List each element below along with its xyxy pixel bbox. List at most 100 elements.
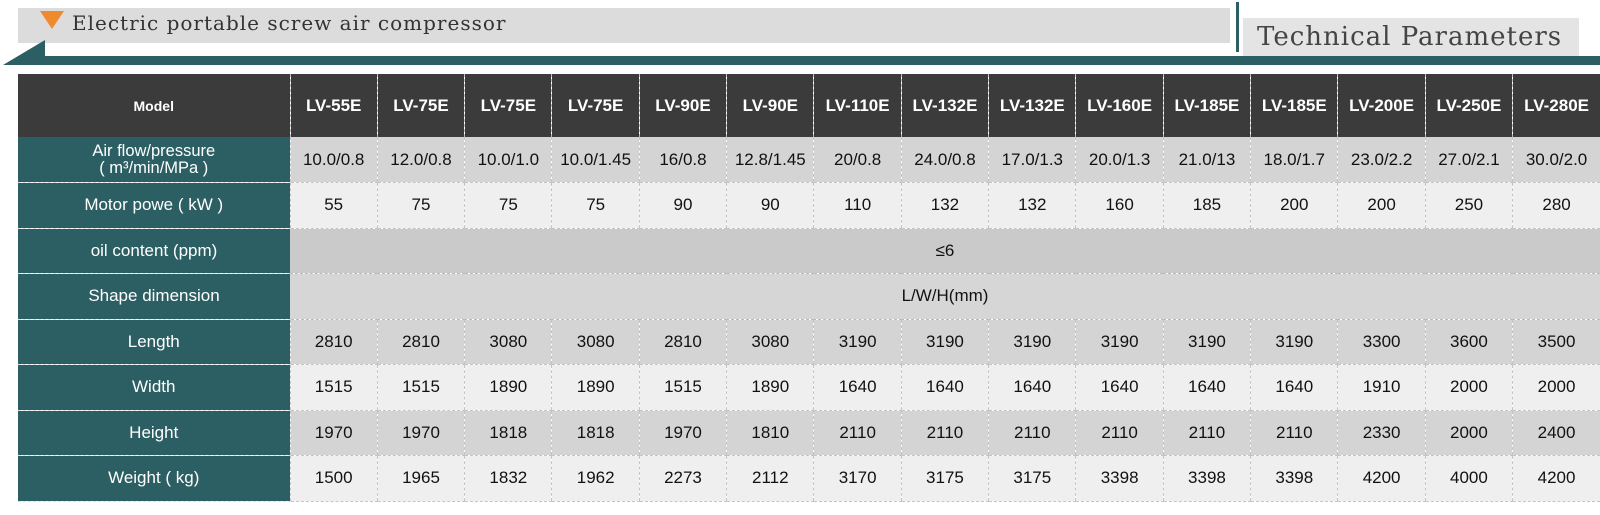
width-cell: 1910 [1337, 364, 1426, 411]
table-header-row: Model LV-55E LV-75E LV-75E LV-75E LV-90E LV-9… [18, 74, 1600, 137]
height-cell: 1818 [551, 410, 640, 456]
shape-row: Shape dimension L/W/H(mm) [18, 273, 1600, 320]
height-cell: 2110 [1162, 410, 1251, 456]
width-cell: 1640 [1162, 364, 1251, 411]
length-cell: 3300 [1337, 319, 1426, 365]
model-header-cell: LV-185E [1162, 74, 1251, 137]
width-cell: 1640 [900, 364, 989, 411]
width-cell: 2000 [1424, 364, 1513, 411]
section-title: Technical Parameters [1257, 22, 1563, 52]
airflow-cell: 16/0.8 [638, 137, 727, 183]
motor-power-cell: 250 [1424, 182, 1513, 229]
motor-power-cell: 185 [1162, 182, 1251, 229]
width-cell: 2000 [1512, 364, 1600, 411]
weight-cell: 3398 [1250, 455, 1338, 502]
model-header-cell: LV-132E [988, 74, 1076, 137]
height-cell: 2110 [988, 410, 1076, 456]
width-cell: 1640 [988, 364, 1076, 411]
oil-value-cell: ≤6 [290, 228, 1600, 274]
airflow-cell: 27.0/2.1 [1424, 137, 1513, 183]
banner-rule [44, 56, 1600, 65]
weight-cell: 3170 [813, 455, 902, 502]
weight-row-label: Weight ( kg) [18, 455, 290, 502]
weight-row: Weight ( kg) 1500 1965 1832 1962 2273 2112 317… [18, 455, 1600, 502]
width-row-label: Width [18, 364, 290, 411]
height-cell: 1970 [376, 410, 465, 456]
motor-power-cell: 132 [900, 182, 989, 229]
width-cell: 1515 [376, 364, 465, 411]
banner-corner-accent [3, 40, 45, 65]
model-header-cell: LV-55E [289, 74, 378, 137]
length-cell: 2810 [376, 319, 465, 365]
height-cell: 2110 [900, 410, 989, 456]
model-header-cell: LV-185E [1250, 74, 1338, 137]
height-cell: 2110 [1075, 410, 1164, 456]
length-cell: 3500 [1512, 319, 1600, 365]
length-cell: 3080 [726, 319, 814, 365]
airflow-cell: 12.8/1.45 [726, 137, 814, 183]
spec-table: Model LV-55E LV-75E LV-75E LV-75E LV-90E LV-9… [18, 74, 1600, 502]
oil-row: oil content (ppm) ≤6 [18, 228, 1600, 274]
weight-cell: 3175 [988, 455, 1076, 502]
motor-power-cell: 75 [551, 182, 640, 229]
model-header-cell: LV-90E [726, 74, 814, 137]
height-cell: 2000 [1424, 410, 1513, 456]
length-cell: 3190 [1250, 319, 1338, 365]
airflow-cell: 23.0/2.2 [1337, 137, 1426, 183]
model-header-cell: LV-110E [813, 74, 902, 137]
weight-cell: 3175 [900, 455, 989, 502]
airflow-label-line2: ( m³/min/MPa ) [99, 158, 209, 177]
model-header-cell: LV-75E [551, 74, 640, 137]
airflow-cell: 20/0.8 [813, 137, 902, 183]
length-cell: 3600 [1424, 319, 1513, 365]
airflow-cell: 10.0/1.0 [464, 137, 552, 183]
width-cell: 1515 [638, 364, 727, 411]
weight-cell: 2112 [726, 455, 814, 502]
width-row: Width 1515 1515 1890 1890 1515 1890 1640 1640 16… [18, 364, 1600, 411]
airflow-cell: 18.0/1.7 [1250, 137, 1338, 183]
motor-row-label: Motor powe ( kW ) [18, 182, 290, 229]
shape-value-cell: L/W/H(mm) [290, 273, 1600, 320]
width-cell: 1640 [1075, 364, 1164, 411]
weight-cell: 4200 [1337, 455, 1426, 502]
length-cell: 3080 [551, 319, 640, 365]
airflow-cell: 20.0/1.3 [1075, 137, 1164, 183]
weight-cell: 1962 [551, 455, 640, 502]
height-cell: 1818 [464, 410, 552, 456]
length-cell: 3190 [813, 319, 902, 365]
weight-cell: 1500 [289, 455, 378, 502]
airflow-row: Air flow/pressure ( m³/min/MPa ) 10.0/0.… [18, 137, 1600, 183]
weight-cell: 3398 [1162, 455, 1251, 502]
model-header-cell: LV-75E [376, 74, 465, 137]
motor-power-cell: 280 [1512, 182, 1600, 229]
weight-cell: 1965 [376, 455, 465, 502]
height-cell: 2330 [1337, 410, 1426, 456]
weight-cell: 4200 [1512, 455, 1600, 502]
length-row: Length 2810 2810 3080 3080 2810 3080 3190 3190 3… [18, 319, 1600, 365]
length-cell: 2810 [638, 319, 727, 365]
shape-row-label: Shape dimension [18, 273, 290, 320]
height-cell: 2400 [1512, 410, 1600, 456]
width-cell: 1515 [289, 364, 378, 411]
width-cell: 1640 [1250, 364, 1338, 411]
height-row-label: Height [18, 410, 290, 456]
page-title: Electric portable screw air compressor [72, 11, 507, 35]
model-header-cell: LV-250E [1424, 74, 1513, 137]
motor-power-cell: 90 [638, 182, 727, 229]
weight-cell: 3398 [1075, 455, 1164, 502]
height-cell: 1970 [289, 410, 378, 456]
airflow-cell: 10.0/1.45 [551, 137, 640, 183]
motor-power-cell: 200 [1337, 182, 1426, 229]
weight-cell: 1832 [464, 455, 552, 502]
airflow-cell: 12.0/0.8 [376, 137, 465, 183]
motor-power-cell: 75 [376, 182, 465, 229]
length-cell: 3190 [1075, 319, 1164, 365]
model-header-cell: LV-200E [1337, 74, 1426, 137]
height-row: Height 1970 1970 1818 1818 1970 1810 2110 2110 2… [18, 410, 1600, 456]
height-cell: 2110 [813, 410, 902, 456]
height-cell: 2110 [1250, 410, 1338, 456]
model-header-cell: LV-132E [900, 74, 989, 137]
airflow-cell: 17.0/1.3 [988, 137, 1076, 183]
airflow-cell: 30.0/2.0 [1512, 137, 1600, 183]
model-header-cell: LV-90E [638, 74, 727, 137]
